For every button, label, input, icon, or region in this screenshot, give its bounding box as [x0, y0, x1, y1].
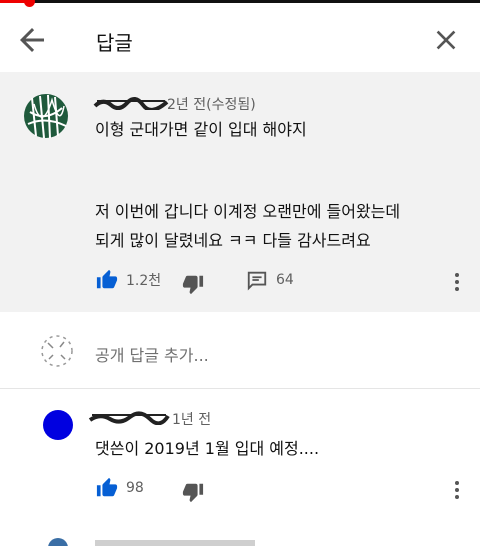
author-name-redacted[interactable] [93, 96, 169, 110]
progress-scrubber[interactable] [23, 0, 35, 7]
like-button[interactable]: 98 [96, 477, 144, 499]
comment-timestamp: 2년 전(수정됨) [167, 97, 256, 113]
header-title: 답글 [96, 31, 133, 55]
like-count: 98 [126, 480, 144, 496]
comment-timestamp: 1년 전 [172, 412, 212, 428]
arrow-left-icon [20, 28, 44, 52]
close-button[interactable] [430, 24, 462, 56]
more-vert-icon [455, 481, 459, 499]
main-comment: 2년 전(수정됨) 이형 군대가면 같이 입대 해야지 저 이번에 갑니다 이계… [0, 72, 480, 312]
comment-text-line: 저 이번에 갑니다 이계정 오랜만에 들어왔는데 [95, 202, 401, 221]
reply-comment: 1년 전 댓쓴이 2019년 1월 입대 예정.... 98 [0, 389, 480, 519]
thumbs-up-icon [96, 269, 118, 289]
avatar[interactable] [22, 92, 70, 140]
dislike-button[interactable] [182, 481, 204, 503]
author-name-redacted[interactable] [88, 411, 170, 425]
video-progress-bar[interactable] [0, 0, 480, 8]
next-reply-partial [48, 538, 255, 546]
comment-menu-button[interactable] [447, 270, 467, 294]
reply-input[interactable]: 공개 답글 추가... [95, 342, 209, 366]
comment-menu-button[interactable] [447, 478, 467, 502]
comment-text-line: 이형 군대가면 같이 입대 해야지 [95, 120, 307, 139]
comment-text: 댓쓴이 2019년 1월 입대 예정.... [95, 439, 320, 458]
thumbs-down-icon [182, 275, 204, 295]
like-button[interactable]: 1.2천 [96, 269, 161, 291]
add-reply-row: 공개 답글 추가... [0, 312, 480, 389]
comment-icon [247, 271, 267, 291]
dislike-button[interactable] [182, 273, 204, 295]
like-count: 1.2천 [126, 273, 162, 289]
comment-text-line: 되게 많이 달렸네요 ㅋㅋ 다들 감사드려요 [95, 231, 371, 250]
user-avatar [41, 335, 73, 367]
reply-button[interactable]: 64 [246, 269, 294, 291]
reply-count: 64 [276, 272, 294, 288]
back-button[interactable] [14, 22, 50, 58]
thumbs-down-icon [182, 483, 204, 503]
close-icon [436, 30, 456, 50]
avatar[interactable] [43, 410, 73, 440]
progress-track [0, 0, 480, 3]
thumbs-up-icon [96, 477, 118, 497]
more-vert-icon [455, 273, 459, 291]
reply-panel-header: 답글 [0, 8, 480, 72]
